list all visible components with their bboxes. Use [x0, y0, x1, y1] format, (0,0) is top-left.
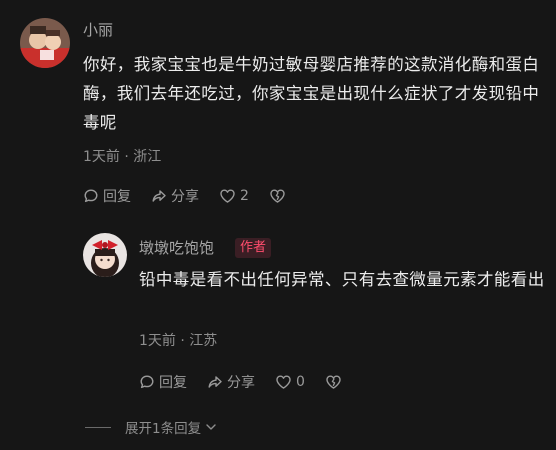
- reply-meta: 1天前 · 江苏: [139, 333, 218, 349]
- comment-share-button[interactable]: 分享: [151, 186, 199, 206]
- comment-reply-label: 回复: [103, 189, 131, 205]
- comment-meta: 1天前 · 浙江: [83, 149, 162, 165]
- reply-text: 铅中毒是看不出任何异常、只有去查微量元素才能看出: [139, 270, 545, 289]
- broken-heart-icon: [270, 189, 285, 203]
- reply-reply-button[interactable]: 回复: [139, 372, 187, 392]
- comment-dislike-button[interactable]: [269, 188, 290, 204]
- share-arrow-icon: [208, 376, 222, 388]
- comment-reply-button[interactable]: 回复: [83, 186, 131, 206]
- comment-share-label: 分享: [171, 189, 199, 205]
- commenter-name[interactable]: 小丽: [83, 21, 113, 39]
- reply-like-count: 0: [296, 374, 305, 390]
- expand-divider: [85, 426, 111, 428]
- chevron-down-icon: [206, 424, 216, 430]
- share-arrow-icon: [152, 190, 166, 202]
- comment-like-count: 2: [240, 188, 249, 204]
- comment-bubble-icon: [140, 375, 154, 389]
- comment-bubble-icon: [84, 189, 98, 203]
- comment-like-button[interactable]: 2: [219, 188, 249, 204]
- reply-author-name[interactable]: 墩墩吃饱饱: [139, 239, 214, 257]
- author-avatar[interactable]: [83, 233, 127, 277]
- reply-actions: 回复 分享 0: [139, 372, 346, 392]
- expand-replies-button[interactable]: 展开1条回复: [85, 417, 218, 437]
- heart-icon: [220, 189, 235, 203]
- heart-icon: [276, 375, 291, 389]
- broken-heart-icon: [326, 375, 341, 389]
- reply-dislike-button[interactable]: [325, 374, 346, 390]
- commenter-avatar[interactable]: [20, 18, 70, 68]
- expand-replies-label: 展开1条回复: [125, 421, 202, 437]
- comment-actions: 回复 分享 2: [83, 186, 290, 206]
- author-badge: 作者: [235, 238, 272, 258]
- reply-share-label: 分享: [227, 375, 255, 391]
- comment-text: 你好，我家宝宝也是牛奶过敏母婴店推荐的这款消化酶和蛋白酶，我们去年还吃过，你家宝…: [83, 55, 540, 132]
- reply-like-button[interactable]: 0: [275, 374, 305, 390]
- reply-reply-label: 回复: [159, 375, 187, 391]
- reply-share-button[interactable]: 分享: [207, 372, 255, 392]
